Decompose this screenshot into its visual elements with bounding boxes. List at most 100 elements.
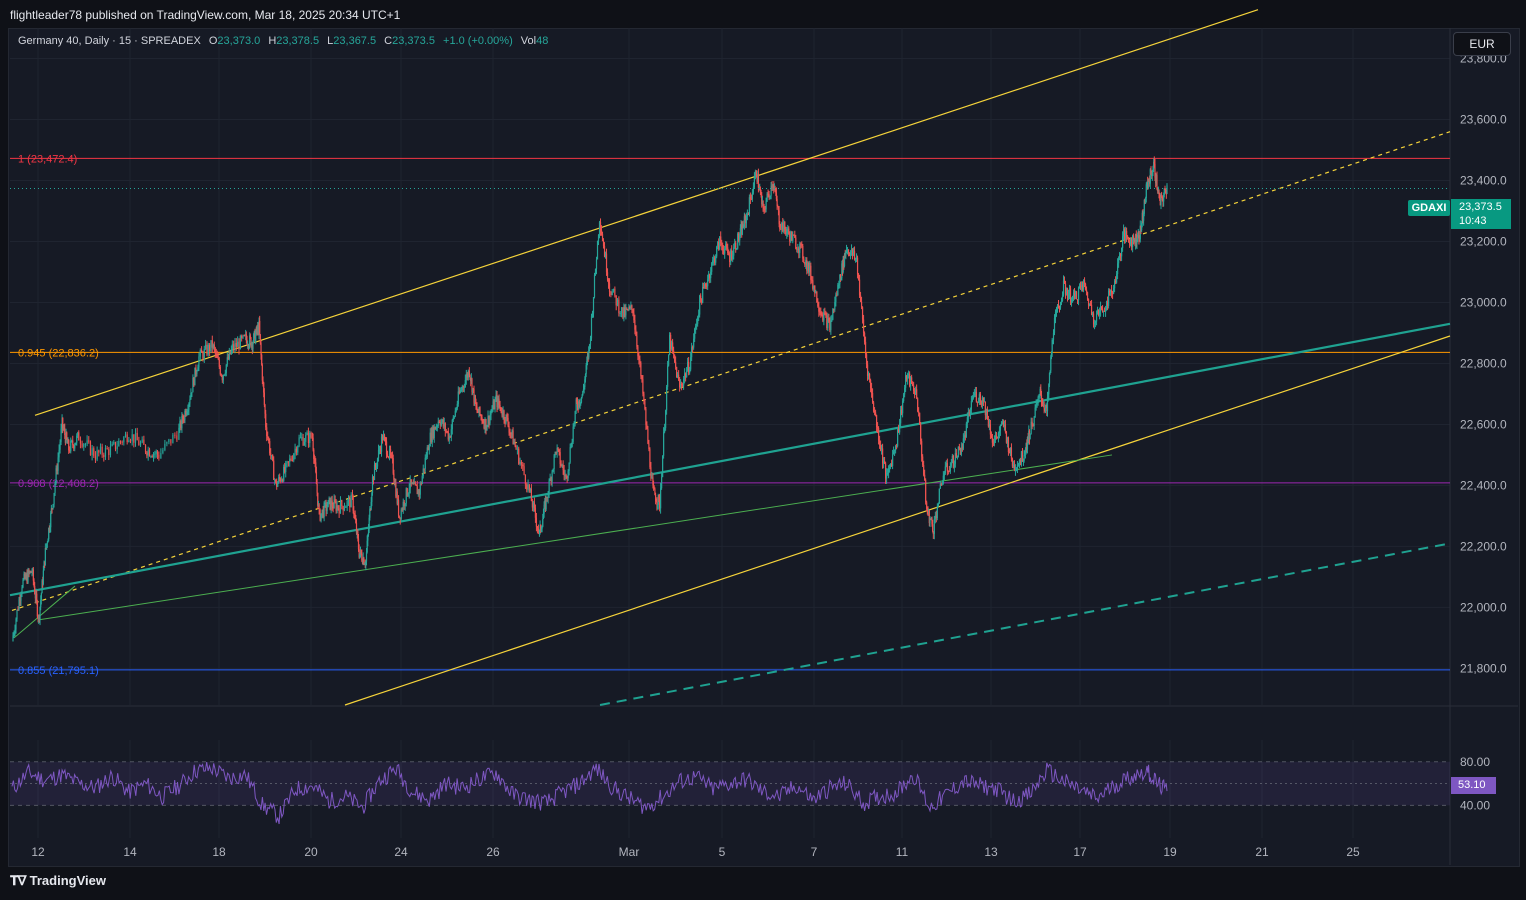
x-tick-label: 12 (31, 845, 45, 859)
candle-body (1126, 231, 1128, 237)
candle-body (17, 609, 19, 611)
green-trend-line (39, 454, 1113, 621)
candle-body (715, 256, 717, 263)
candle-body (84, 444, 87, 446)
candle-body (1070, 301, 1073, 303)
candle-body (455, 408, 457, 411)
candle-body (975, 391, 977, 402)
candle-body (786, 231, 788, 235)
candle-body (123, 437, 125, 443)
candle-body (593, 275, 596, 298)
last-price-value: 23,373.5 (1459, 201, 1502, 213)
currency-button[interactable]: EUR (1453, 32, 1511, 56)
candle-body (178, 427, 180, 440)
candle-body (847, 249, 850, 254)
candle-body (46, 542, 48, 544)
candle-body (871, 393, 874, 403)
candle-body (482, 421, 484, 423)
candle-body (823, 312, 825, 321)
candle-body (533, 502, 536, 508)
candle-body (54, 482, 56, 494)
candle-body (924, 474, 926, 481)
candle-body (196, 371, 198, 374)
candle-body (1117, 258, 1120, 264)
candle-body (1067, 294, 1070, 298)
candle-body (594, 268, 597, 276)
y-tick-label: 21,800.0 (1460, 661, 1507, 675)
candle-body (527, 484, 529, 490)
candle-body (114, 441, 117, 450)
y-tick-label: 23,000.0 (1460, 295, 1507, 309)
candle-body (285, 463, 287, 473)
candle-body (569, 447, 571, 463)
candle-body (318, 504, 320, 510)
candle-body (665, 410, 667, 429)
candle-body (892, 454, 894, 466)
candle-body (663, 432, 665, 456)
candle-body (489, 414, 491, 424)
candle-body (255, 333, 257, 342)
candle-body (205, 344, 207, 349)
candle-body (1156, 175, 1158, 189)
candle-body (733, 247, 735, 256)
candle-body (648, 443, 650, 450)
candle-body (794, 235, 796, 238)
candle-body (337, 505, 339, 509)
candle-body (1004, 424, 1007, 432)
candle-body (765, 201, 767, 210)
candle-body (138, 440, 140, 446)
candle-body (18, 599, 20, 610)
candle-body (745, 215, 747, 224)
candle-body (1038, 393, 1040, 397)
candle-body (606, 272, 609, 280)
candle-body (832, 308, 834, 320)
candle-body (481, 416, 483, 422)
candle-body (113, 441, 115, 444)
candle-body (672, 342, 674, 351)
candle-body (1122, 236, 1124, 248)
candle-body (1094, 321, 1097, 323)
candle-body (1010, 447, 1013, 459)
candle-body (872, 402, 875, 411)
candle-body (224, 372, 226, 375)
candle-body (958, 446, 960, 448)
footer-brand[interactable]: 𝐓∇ TradingView (10, 873, 106, 889)
candle-body (199, 349, 201, 357)
candle-body (932, 524, 934, 532)
candle-body (327, 500, 329, 508)
candle-body (683, 378, 685, 386)
candle-body (752, 187, 755, 193)
candle-body (101, 446, 103, 455)
candle-body (1031, 421, 1033, 426)
candle-body (303, 441, 306, 446)
price-chart[interactable]: 12 14 18 20 24 26 Mar 5 7 11 13 17 19 21 2523,800.023,… (0, 0, 1526, 900)
candle-body (94, 456, 97, 460)
candle-body (144, 444, 147, 453)
candle-body (520, 461, 523, 465)
candle-body (801, 243, 803, 246)
candle-body (667, 365, 669, 387)
candle-body (206, 344, 208, 355)
candle-body (818, 306, 820, 312)
candle-body (634, 320, 636, 330)
volume-value: 48 (536, 35, 549, 47)
candle-body (377, 449, 380, 459)
candle-body (595, 259, 598, 269)
candle-body (766, 193, 768, 202)
y-tick-label: 23,200.0 (1460, 234, 1507, 248)
candle-body (1107, 291, 1110, 306)
candle-body (480, 414, 482, 417)
candle-body (275, 479, 277, 482)
candle-body (894, 450, 896, 452)
symbol-price-tag: GDAXI (1408, 200, 1450, 216)
candle-body (614, 288, 616, 296)
candle-body (151, 456, 153, 458)
candle-body (1035, 404, 1037, 408)
candle-body (225, 364, 227, 373)
candle-body (242, 335, 244, 338)
candle-body (338, 508, 340, 514)
candle-body (40, 593, 42, 601)
candle-body (21, 587, 23, 595)
candle-body (1060, 300, 1063, 304)
candle-body (1007, 437, 1010, 453)
